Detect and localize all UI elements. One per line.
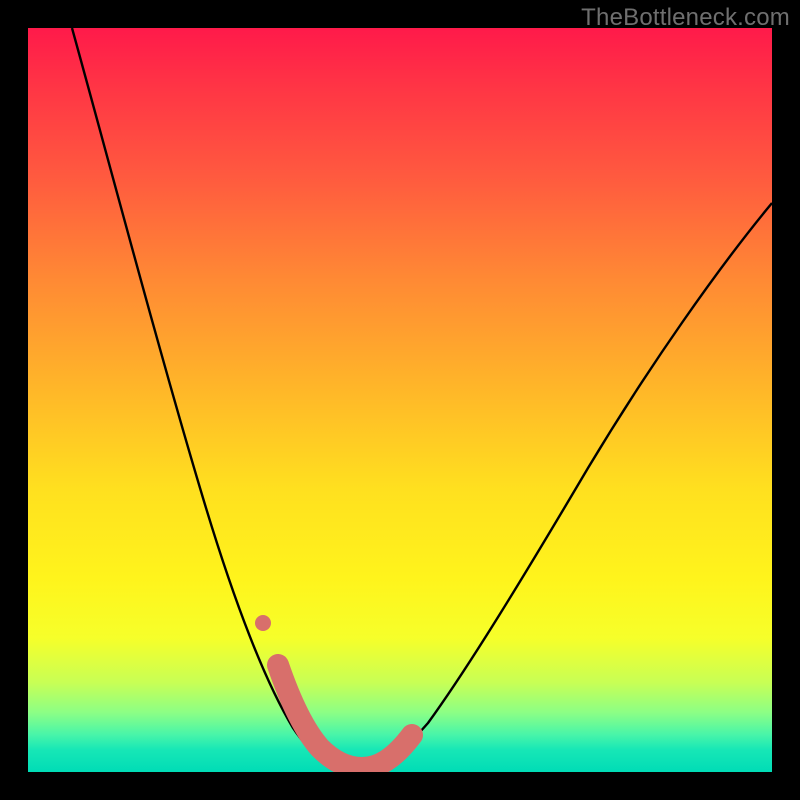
bottleneck-curve — [72, 28, 772, 768]
curve-layer — [28, 28, 772, 772]
chart-frame: TheBottleneck.com — [0, 0, 800, 800]
plot-area — [28, 28, 772, 772]
watermark-text: TheBottleneck.com — [581, 4, 790, 32]
marker-dot — [255, 615, 271, 631]
marker-band — [278, 665, 412, 768]
